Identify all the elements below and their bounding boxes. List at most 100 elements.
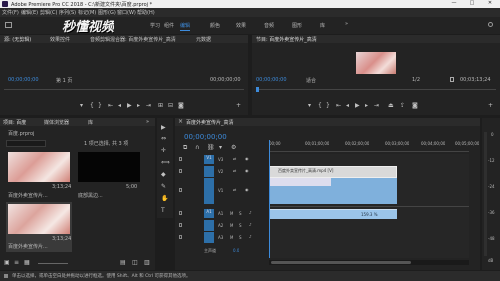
hand-tool-icon[interactable]: ✋ (161, 195, 168, 202)
workspace-effects[interactable]: 效果 (236, 22, 246, 29)
tab-project[interactable]: 项目: 百度 (3, 119, 26, 126)
track-area[interactable]: 百度外卖宣传片_高清.mp4 [V] 159.3 % (269, 140, 469, 258)
track-select-tool-icon[interactable]: ⇔ (161, 135, 166, 142)
go-to-out-icon[interactable]: ⇥ (374, 102, 379, 109)
search-icon[interactable] (488, 22, 493, 27)
timeline-timecode[interactable]: 00;00;00;00 (184, 133, 227, 141)
sync-lock-icon[interactable]: ⇌ (233, 168, 236, 173)
video-clip-v2[interactable]: 百度外卖宣传片_高清.mp4 [V] (269, 166, 397, 178)
mark-out-icon[interactable]: } (98, 102, 102, 109)
program-resolution-select[interactable]: 1/2 (412, 77, 420, 83)
lift-icon[interactable]: ⏏ (388, 102, 394, 109)
track-target-a[interactable]: A1 (204, 209, 214, 218)
menu-marker[interactable]: 标记(M) (78, 9, 96, 16)
tab-libraries[interactable]: 库 (88, 119, 93, 126)
play-icon[interactable]: ▶ (127, 102, 132, 109)
track-target-v[interactable] (204, 166, 214, 177)
project-search-input[interactable] (6, 140, 46, 147)
razor-tool-icon[interactable]: ⟺ (161, 159, 170, 166)
sync-lock-icon[interactable]: ⇌ (233, 156, 236, 161)
microphone-icon[interactable]: ♪ (249, 222, 252, 227)
workspace-graphics[interactable]: 图形 (292, 22, 302, 29)
ripple-edit-tool-icon[interactable]: ✛ (161, 147, 166, 154)
list-view-icon[interactable]: ≡ (14, 259, 19, 266)
scroll-thumb[interactable] (271, 261, 411, 264)
tab-source[interactable]: 源: (无剪辑) (4, 36, 31, 43)
go-to-out-icon[interactable]: ⇥ (146, 102, 151, 109)
minimize-button[interactable]: — (446, 0, 462, 6)
menu-graphics[interactable]: 图形(G) (98, 9, 116, 16)
source-scrubber[interactable] (4, 89, 244, 93)
track-target-a[interactable] (204, 232, 214, 243)
nest-icon[interactable]: ⧉ (183, 144, 187, 152)
workspace-editing[interactable]: 编辑 (180, 22, 190, 29)
workspace-learn[interactable]: 学习 (150, 22, 160, 29)
workspace-audio[interactable]: 音频 (264, 22, 274, 29)
track-target-a[interactable] (204, 220, 214, 231)
play-icon[interactable]: ▶ (355, 102, 360, 109)
overwrite-icon[interactable]: ⊟ (168, 102, 173, 109)
mute-button[interactable]: M (230, 235, 233, 240)
program-title[interactable]: 节目: 百度外卖宣传片_高清 (256, 36, 317, 43)
extract-icon[interactable]: ⇪ (400, 102, 405, 109)
project-item[interactable]: 5;00 底部黑边... (76, 152, 142, 202)
source-page[interactable]: 第 1 页 (56, 77, 72, 84)
project-item[interactable]: 3;13;24 百度外卖宣传片... (6, 152, 72, 202)
export-frame-icon[interactable]: ◙ (412, 102, 418, 109)
master-value[interactable]: 0.0 (233, 248, 239, 253)
program-add-button-icon[interactable]: + (488, 102, 493, 109)
mute-button[interactable]: M (230, 211, 233, 216)
lock-icon[interactable] (179, 223, 182, 227)
go-to-in-icon[interactable]: ⇤ (336, 102, 341, 109)
slip-tool-icon[interactable]: ◆ (161, 171, 166, 178)
source-add-button-icon[interactable]: + (236, 102, 241, 109)
eye-icon[interactable]: ◉ (245, 156, 249, 161)
zoom-slider[interactable] (38, 263, 68, 264)
eye-icon[interactable]: ◉ (245, 168, 249, 173)
timeline-tab[interactable]: 百度外卖宣传片_高清 (186, 119, 234, 126)
step-forward-icon[interactable]: ▸ (365, 102, 368, 109)
eye-icon[interactable]: ◉ (245, 187, 249, 192)
timeline-ruler[interactable]: 00;00 00;01;00;00 00;02;00;00 00;03;00;0… (269, 140, 479, 152)
insert-icon[interactable]: ⊞ (158, 102, 163, 109)
lock-icon[interactable] (179, 188, 182, 192)
pen-tool-icon[interactable]: ✎ (161, 183, 166, 190)
linked-selection-icon[interactable]: ⛓ (207, 144, 215, 151)
track-target-v[interactable]: V1 (204, 155, 214, 164)
microphone-icon[interactable]: ♪ (249, 234, 252, 239)
source-timecode-left[interactable]: 00;00;00;00 (8, 77, 39, 83)
step-forward-icon[interactable]: ▸ (137, 102, 140, 109)
menu-edit[interactable]: 编辑(E) (21, 9, 38, 16)
workspace-assembly[interactable]: 组件 (164, 22, 174, 29)
tab-audio-clip-mixer[interactable]: 音频剪辑混合器: 百度外卖宣传片_高清 (90, 36, 190, 43)
tab-media-browser[interactable]: 媒体浏览器 (44, 119, 69, 126)
program-playhead[interactable] (256, 87, 259, 92)
new-item-icon[interactable]: ◫ (132, 259, 138, 266)
workspace-color[interactable]: 颜色 (210, 22, 220, 29)
step-back-icon[interactable]: ◂ (346, 102, 349, 109)
menu-window[interactable]: 窗口(W) (117, 9, 136, 16)
close-button[interactable]: ✕ (482, 0, 498, 6)
wrench-icon[interactable] (450, 77, 454, 82)
menu-clip[interactable]: 剪辑(C) (40, 9, 57, 16)
lock-icon[interactable] (179, 211, 182, 215)
menu-sequence[interactable]: 序列(S) (59, 9, 76, 16)
add-marker-icon[interactable]: ▾ (308, 102, 311, 109)
mark-in-icon[interactable]: { (90, 102, 94, 109)
type-tool-icon[interactable]: T (161, 207, 165, 214)
step-back-icon[interactable]: ◂ (118, 102, 121, 109)
workspace-libraries[interactable]: 库 (320, 22, 325, 29)
track-target-v[interactable] (204, 178, 214, 204)
add-marker-icon[interactable]: ▾ (80, 102, 83, 109)
go-to-in-icon[interactable]: ⇤ (108, 102, 113, 109)
close-icon[interactable]: × (178, 118, 183, 125)
playhead-line[interactable] (269, 140, 270, 258)
lock-icon[interactable] (179, 235, 182, 239)
lock-icon[interactable] (179, 157, 182, 161)
mark-in-icon[interactable]: { (318, 102, 322, 109)
mark-out-icon[interactable]: } (326, 102, 330, 109)
snap-icon[interactable]: ∩ (195, 144, 199, 151)
home-icon[interactable] (5, 22, 12, 28)
tab-effect-controls[interactable]: 效果控件 (50, 36, 70, 43)
microphone-icon[interactable]: ♪ (249, 210, 252, 215)
